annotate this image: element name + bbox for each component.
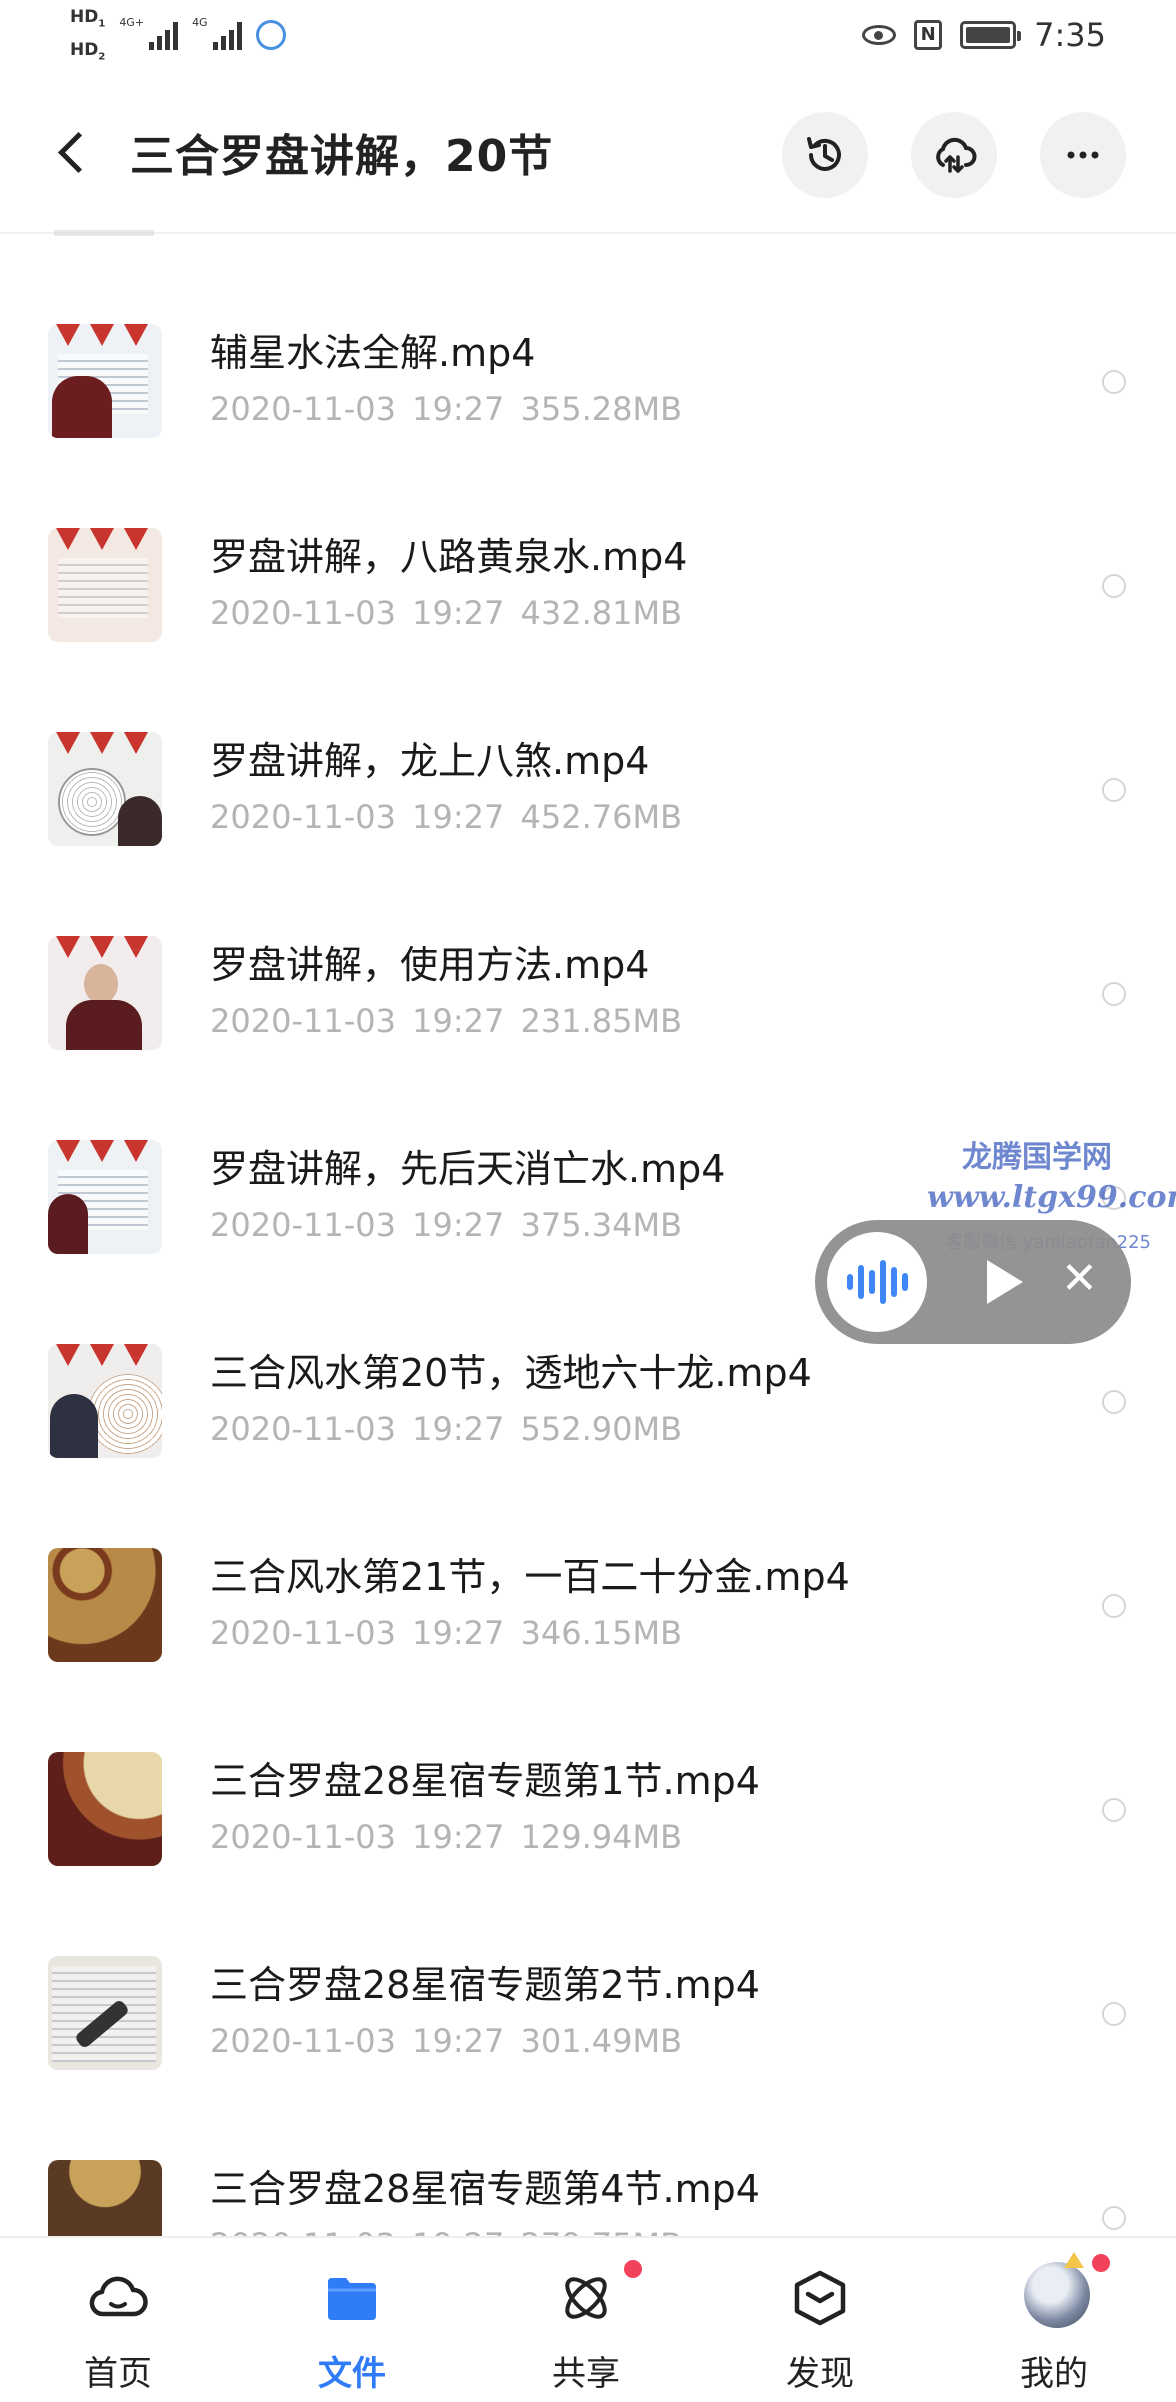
more-icon <box>1067 151 1099 159</box>
file-row[interactable]: 罗盘讲解，使用方法.mp4 2020-11-03 19:27 231.85MB <box>0 892 1176 1096</box>
history-button[interactable] <box>782 112 868 198</box>
cloud-icon <box>89 2276 148 2317</box>
battery-icon <box>960 21 1022 49</box>
file-row[interactable]: 三合风水第21节，一百二十分金.mp4 2020-11-03 19:27 346… <box>0 1504 1176 1708</box>
hd2-indicator: HD2 <box>70 40 106 63</box>
select-radio[interactable] <box>1102 778 1126 802</box>
history-icon <box>807 137 841 171</box>
file-name: 三合风水第20节，透地六十龙.mp4 <box>210 1351 812 1395</box>
file-name: 罗盘讲解，先后天消亡水.mp4 <box>210 1147 726 1191</box>
tab-share[interactable]: 共享 <box>506 2238 666 2402</box>
file-meta: 2020-11-03 19:27 432.81MB <box>210 594 683 632</box>
tab-files[interactable]: 文件 <box>272 2238 432 2402</box>
video-thumbnail <box>48 528 162 642</box>
file-name: 三合罗盘28星宿专题第1节.mp4 <box>210 1759 760 1803</box>
video-thumbnail <box>48 1752 162 1866</box>
select-radio[interactable] <box>1102 574 1126 598</box>
floating-audio-player[interactable]: ✕ <box>815 1220 1131 1344</box>
file-meta: 2020-11-03 19:27 552.90MB <box>210 1410 683 1448</box>
select-radio[interactable] <box>1102 2206 1126 2230</box>
signal-icon-1: 4G+ <box>119 16 179 50</box>
select-radio[interactable] <box>1102 982 1126 1006</box>
header: 三合罗盘讲解，20节 <box>0 100 1176 210</box>
status-right: N 7:35 <box>862 16 1106 54</box>
file-name: 罗盘讲解，龙上八煞.mp4 <box>210 739 650 783</box>
cloud-transfer-icon <box>936 137 977 173</box>
video-thumbnail <box>48 1548 162 1662</box>
file-name: 三合罗盘28星宿专题第4节.mp4 <box>210 2167 760 2211</box>
video-thumbnail <box>48 1956 162 2070</box>
notification-dot <box>1092 2254 1110 2272</box>
tab-share-label: 共享 <box>552 2354 620 2394</box>
close-icon[interactable]: ✕ <box>1061 1254 1098 1304</box>
more-button[interactable] <box>1040 112 1126 198</box>
notification-dot <box>624 2260 642 2278</box>
file-name: 三合罗盘28星宿专题第2节.mp4 <box>210 1963 760 2007</box>
tab-home-label: 首页 <box>84 2354 152 2394</box>
avatar <box>1024 2262 1090 2328</box>
nfc-icon: N <box>914 20 943 50</box>
bottom-nav: 首页 文件 共享 发现 我的 <box>0 2236 1176 2402</box>
file-row[interactable]: 罗盘讲解，龙上八煞.mp4 2020-11-03 19:27 452.76MB <box>0 688 1176 892</box>
video-thumbnail <box>48 936 162 1050</box>
cube-icon <box>794 2270 846 2326</box>
folder-icon <box>328 2278 376 2320</box>
file-meta: 2020-11-03 19:27 452.76MB <box>210 798 683 836</box>
video-thumbnail <box>48 1140 162 1254</box>
file-row[interactable]: 罗盘讲解，八路黄泉水.mp4 2020-11-03 19:27 432.81MB <box>0 484 1176 688</box>
tab-me[interactable]: 我的 <box>974 2238 1134 2402</box>
scrolled-row-edge <box>54 230 154 236</box>
file-row[interactable]: 辅星水法全解.mp4 2020-11-03 19:27 355.28MB <box>0 280 1176 484</box>
tab-files-label: 文件 <box>318 2354 386 2394</box>
select-radio[interactable] <box>1102 1594 1126 1618</box>
tab-discover-label: 发现 <box>786 2354 854 2394</box>
file-name: 三合风水第21节，一百二十分金.mp4 <box>210 1555 850 1599</box>
play-icon[interactable] <box>987 1260 1023 1304</box>
file-meta: 2020-11-03 19:27 355.28MB <box>210 390 683 428</box>
file-meta: 2020-11-03 19:27 129.94MB <box>210 1818 683 1856</box>
video-thumbnail <box>48 1344 162 1458</box>
file-name: 罗盘讲解，八路黄泉水.mp4 <box>210 535 688 579</box>
tab-me-label: 我的 <box>1020 2354 1088 2394</box>
file-meta: 2020-11-03 19:27 346.15MB <box>210 1614 683 1652</box>
file-row[interactable]: 三合罗盘28星宿专题第2节.mp4 2020-11-03 19:27 301.4… <box>0 1912 1176 2116</box>
app-notification-icon <box>255 20 286 50</box>
file-meta: 2020-11-03 19:27 301.49MB <box>210 2022 683 2060</box>
select-radio[interactable] <box>1102 1390 1126 1414</box>
video-thumbnail <box>48 732 162 846</box>
signal-icon-2: 4G <box>192 16 242 50</box>
atom-icon <box>565 2277 607 2319</box>
select-radio[interactable] <box>1102 2002 1126 2026</box>
watermark-url: www.ltgx99.com <box>927 1180 1176 1215</box>
status-bar: HD1 HD2 4G+ 4G N 7:35 <box>0 0 1176 76</box>
file-meta: 2020-11-03 19:27 375.34MB <box>210 1206 683 1244</box>
tab-home[interactable]: 首页 <box>38 2238 198 2402</box>
audio-wave-icon[interactable] <box>827 1232 927 1332</box>
file-name: 辅星水法全解.mp4 <box>210 331 536 375</box>
clock: 7:35 <box>1034 16 1106 54</box>
crown-icon <box>1064 2252 1084 2268</box>
eye-comfort-icon <box>862 25 897 45</box>
file-row[interactable]: 三合罗盘28星宿专题第1节.mp4 2020-11-03 19:27 129.9… <box>0 1708 1176 1912</box>
back-button[interactable] <box>50 122 110 182</box>
file-name: 罗盘讲解，使用方法.mp4 <box>210 943 650 987</box>
status-left: HD1 HD2 4G+ 4G <box>70 6 286 69</box>
select-radio[interactable] <box>1102 370 1126 394</box>
tab-discover[interactable]: 发现 <box>740 2238 900 2402</box>
header-divider <box>0 232 1176 234</box>
hd1-indicator: HD1 <box>70 7 106 30</box>
hd-indicators: HD1 HD2 <box>70 6 105 69</box>
watermark-title: 龙腾国学网 <box>962 1140 1112 1175</box>
file-meta: 2020-11-03 19:27 231.85MB <box>210 1002 683 1040</box>
page-title: 三合罗盘讲解，20节 <box>130 131 554 182</box>
video-thumbnail <box>48 324 162 438</box>
transfer-button[interactable] <box>911 112 997 198</box>
select-radio[interactable] <box>1102 1798 1126 1822</box>
